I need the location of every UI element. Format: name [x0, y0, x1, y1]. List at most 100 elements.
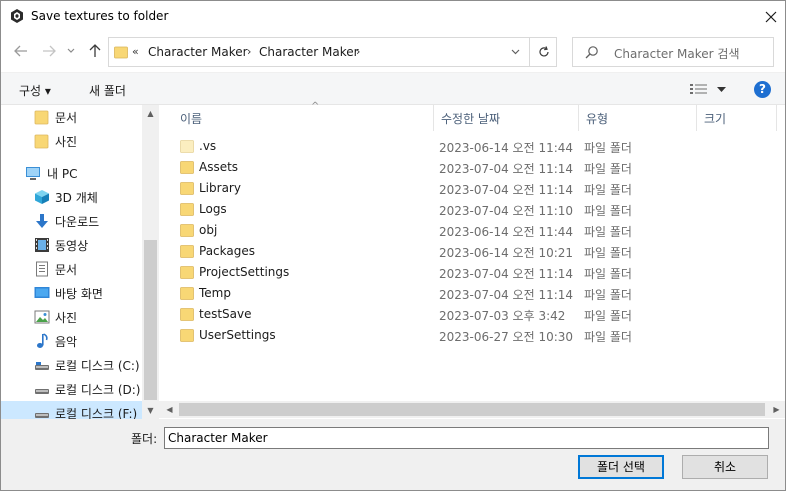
sidebar-item-drive-c[interactable]: 로컬 디스크 (C:): [1, 353, 142, 377]
command-toolbar: 구성 ▾ 새 폴더 ?: [1, 72, 785, 105]
dialog-footer: 폴더: 폴더 선택 취소: [1, 419, 785, 490]
file-row[interactable]: .vs 2023-06-14 오전 11:44 파일 폴더: [159, 136, 785, 157]
column-header-name[interactable]: 이름 ^: [173, 101, 434, 131]
organize-menu-button[interactable]: 구성 ▾: [19, 82, 51, 99]
forward-button[interactable]: [39, 41, 59, 61]
column-header-type-label: 유형: [586, 112, 609, 126]
navigation-bar: « Character Maker › Character Maker › Ch…: [1, 32, 785, 72]
music-icon: [37, 333, 48, 348]
drive-icon: [35, 413, 49, 418]
up-button[interactable]: [85, 41, 105, 61]
file-row[interactable]: testSave 2023-07-03 오후 3:42 파일 폴더: [159, 304, 785, 325]
navigation-scrollbar[interactable]: ▲ ▼: [142, 105, 159, 419]
sidebar-item-pictures[interactable]: 사진: [1, 305, 142, 329]
file-name: Library: [199, 181, 241, 195]
folder-icon: [180, 308, 194, 321]
file-row[interactable]: Logs 2023-07-04 오전 11:10 파일 폴더: [159, 199, 785, 220]
sidebar-item-3d-objects[interactable]: 3D 개체: [1, 185, 142, 209]
arrow-up-icon: [89, 44, 101, 57]
refresh-button[interactable]: [529, 38, 557, 66]
drive-icon: [35, 389, 49, 394]
scroll-down-arrow[interactable]: ▼: [142, 402, 159, 419]
recent-locations-button[interactable]: [64, 41, 78, 61]
breadcrumb-item[interactable]: Character Maker: [148, 45, 248, 59]
breadcrumb-item[interactable]: Character Maker: [259, 45, 359, 59]
scroll-up-arrow[interactable]: ▲: [142, 105, 159, 122]
sidebar-item-label: 로컬 디스크 (F:): [55, 407, 138, 419]
folder-icon: [34, 110, 49, 125]
file-row[interactable]: ProjectSettings 2023-07-04 오전 11:14 파일 폴…: [159, 262, 785, 283]
column-header-type[interactable]: 유형: [579, 105, 697, 131]
breadcrumb-separator[interactable]: ›: [247, 45, 251, 58]
file-row[interactable]: Temp 2023-07-04 오전 11:14 파일 폴더: [159, 283, 785, 304]
sidebar-item-drive-f[interactable]: 로컬 디스크 (F:): [1, 401, 142, 419]
sidebar-item-documents-quick[interactable]: 문서: [1, 105, 142, 129]
file-row[interactable]: Library 2023-07-04 오전 11:14 파일 폴더: [159, 178, 785, 199]
new-folder-button[interactable]: 새 폴더: [89, 82, 126, 99]
sidebar-item-label: 음악: [55, 335, 78, 349]
video-icon: [35, 238, 49, 252]
sidebar-item-label: 다운로드: [55, 215, 100, 229]
file-row[interactable]: Packages 2023-06-14 오전 10:21 파일 폴더: [159, 241, 785, 262]
folder-icon: [180, 203, 194, 216]
file-type: 파일 폴더: [584, 267, 632, 281]
sidebar-item-label: 바탕 화면: [55, 287, 103, 301]
sidebar-item-label: 문서: [55, 111, 78, 125]
file-row[interactable]: Assets 2023-07-04 오전 11:14 파일 폴더: [159, 157, 785, 178]
sidebar-item-documents[interactable]: 문서: [1, 257, 142, 281]
arrow-left-icon: [14, 45, 27, 57]
address-history-button[interactable]: [503, 38, 527, 66]
search-placeholder[interactable]: Character Maker 검색: [614, 45, 740, 62]
column-header-date[interactable]: 수정한 날짜: [434, 105, 579, 131]
sidebar-item-desktop[interactable]: 바탕 화면: [1, 281, 142, 305]
file-type: 파일 폴더: [584, 141, 632, 155]
view-options-button[interactable]: [690, 81, 730, 99]
close-button[interactable]: [756, 1, 785, 32]
file-list: 이름 ^ 수정한 날짜 유형 크기 .vs 2023-06-14 오전 11:4…: [159, 101, 785, 419]
file-name: Packages: [199, 244, 255, 258]
file-row[interactable]: obj 2023-06-14 오전 11:44 파일 폴더: [159, 220, 785, 241]
help-button[interactable]: ?: [754, 81, 771, 98]
file-row[interactable]: UserSettings 2023-06-27 오전 10:30 파일 폴더: [159, 325, 785, 346]
sidebar-item-label: 로컬 디스크 (C:): [55, 359, 140, 373]
scrollbar-thumb[interactable]: [179, 403, 765, 416]
scrollbar-thumb[interactable]: [144, 240, 157, 400]
sidebar-item-videos[interactable]: 동영상: [1, 233, 142, 257]
breadcrumb-separator[interactable]: ›: [356, 45, 360, 58]
sidebar-item-label: 사진: [55, 135, 78, 149]
sidebar-item-this-pc[interactable]: 내 PC: [1, 161, 142, 185]
search-box[interactable]: Character Maker 검색: [572, 37, 774, 67]
select-folder-button[interactable]: 폴더 선택: [578, 455, 664, 479]
cancel-button[interactable]: 취소: [682, 455, 768, 479]
scroll-right-arrow[interactable]: ▶: [768, 401, 785, 418]
file-type: 파일 폴더: [584, 183, 632, 197]
file-date: 2023-07-04 오전 11:14: [439, 183, 574, 197]
file-type: 파일 폴더: [584, 204, 632, 218]
search-icon: [585, 46, 598, 59]
column-header-size[interactable]: 크기: [697, 105, 777, 131]
address-overflow[interactable]: «: [132, 45, 139, 58]
file-date: 2023-07-03 오후 3:42: [439, 309, 566, 323]
folder-name-input[interactable]: [164, 427, 769, 449]
column-header-name-label: 이름: [180, 112, 203, 126]
save-folder-dialog: Save textures to folder « Character Make…: [0, 0, 786, 491]
file-type: 파일 폴더: [584, 162, 632, 176]
download-icon: [36, 214, 48, 228]
folder-icon: [180, 287, 194, 300]
sidebar-item-music[interactable]: 음악: [1, 329, 142, 353]
file-date: 2023-07-04 오전 11:10: [439, 204, 574, 218]
sidebar-item-pictures-quick[interactable]: 사진: [1, 129, 142, 153]
back-button[interactable]: [11, 41, 31, 61]
file-date: 2023-06-14 오전 11:44: [439, 141, 574, 155]
folder-icon: [180, 140, 194, 153]
sidebar-item-drive-d[interactable]: 로컬 디스크 (D:): [1, 377, 142, 401]
scroll-left-arrow[interactable]: ◀: [161, 401, 178, 418]
horizontal-scrollbar[interactable]: ◀ ▶: [159, 401, 785, 418]
folder-icon: [180, 245, 194, 258]
file-date: 2023-06-14 오전 11:44: [439, 225, 574, 239]
folder-icon: [180, 182, 194, 195]
document-icon: [36, 261, 48, 277]
address-bar[interactable]: « Character Maker › Character Maker ›: [108, 37, 557, 67]
sidebar-item-downloads[interactable]: 다운로드: [1, 209, 142, 233]
chevron-down-icon: [511, 49, 519, 55]
